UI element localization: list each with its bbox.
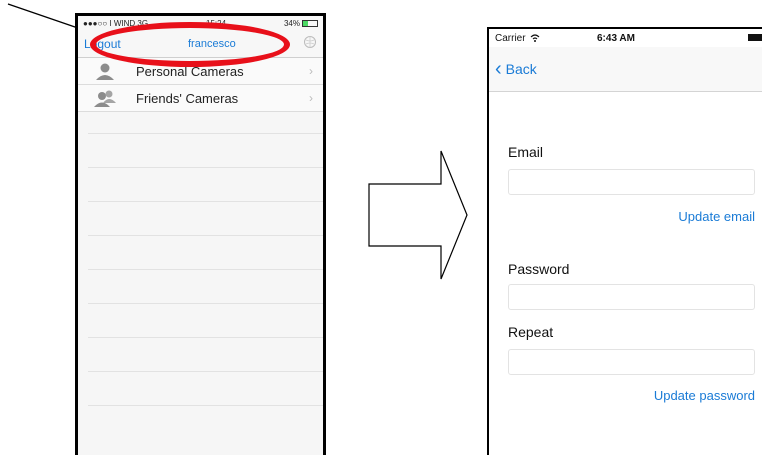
battery-status: 34% bbox=[284, 19, 318, 28]
chevron-right-icon: › bbox=[309, 64, 313, 78]
password-field[interactable] bbox=[508, 284, 755, 310]
password-label: Password bbox=[508, 261, 570, 277]
empty-row bbox=[88, 134, 323, 168]
empty-row bbox=[88, 202, 323, 236]
highlight-ellipse bbox=[90, 22, 290, 67]
single-person-icon bbox=[94, 62, 116, 80]
battery-percent: 34% bbox=[283, 18, 300, 28]
email-label: Email bbox=[508, 144, 544, 160]
list-item-label: Friends' Cameras bbox=[136, 90, 239, 106]
empty-row bbox=[88, 372, 323, 406]
email-field[interactable] bbox=[508, 169, 755, 195]
nav-bar: ‹ Back bbox=[489, 47, 762, 92]
battery-icon bbox=[748, 34, 762, 41]
empty-row bbox=[88, 270, 323, 304]
right-phone-screen: Carrier 6:43 AM ‹ Back Email Update emai… bbox=[487, 27, 762, 455]
status-bar: Carrier 6:43 AM bbox=[489, 29, 762, 47]
chevron-right-icon: › bbox=[309, 91, 313, 105]
wifi-icon bbox=[530, 34, 539, 42]
status-time: 6:43 AM bbox=[597, 32, 635, 44]
transition-arrow bbox=[368, 150, 468, 280]
empty-row bbox=[88, 168, 323, 202]
repeat-password-field[interactable] bbox=[508, 349, 755, 375]
empty-row bbox=[88, 304, 323, 338]
back-button[interactable]: Back bbox=[506, 61, 537, 77]
update-password-button[interactable]: Update password bbox=[654, 388, 755, 403]
update-email-button[interactable]: Update email bbox=[678, 209, 755, 224]
globe-icon[interactable] bbox=[303, 35, 317, 52]
two-persons-icon bbox=[94, 89, 116, 107]
left-phone-screen: ●●●○○ I WIND 3G 15:24 34% Logout frances… bbox=[75, 13, 326, 455]
repeat-label: Repeat bbox=[508, 324, 554, 340]
empty-row bbox=[88, 236, 323, 270]
empty-row bbox=[88, 112, 323, 134]
empty-row bbox=[88, 338, 323, 372]
carrier-text: Carrier bbox=[495, 32, 526, 44]
list-item-friends-cameras[interactable]: Friends' Cameras › bbox=[78, 85, 323, 112]
chevron-left-icon[interactable]: ‹ bbox=[495, 59, 502, 79]
battery-icon bbox=[301, 19, 318, 27]
